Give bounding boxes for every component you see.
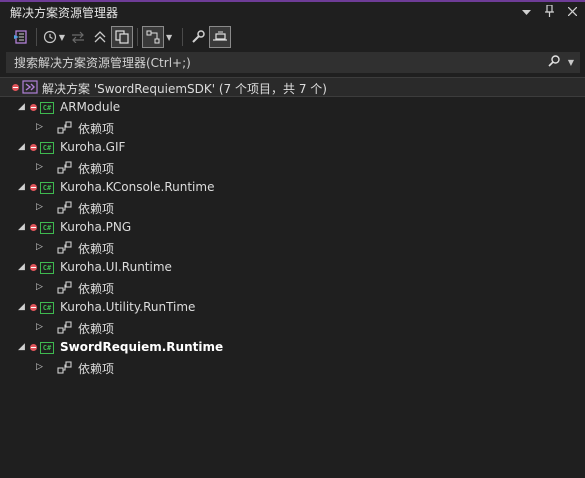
project-label: Kuroha.KConsole.Runtime <box>60 180 215 194</box>
csharp-project-icon: C# <box>40 342 54 354</box>
project-node[interactable]: ◢ C# Kuroha.UI.Runtime <box>0 258 585 278</box>
error-indicator-icon <box>30 104 37 111</box>
expanded-arrow-icon[interactable]: ◢ <box>18 142 25 152</box>
solution-node[interactable]: 解决方案 'SwordRequiemSDK' (7 个项目，共 7 个) <box>0 77 585 97</box>
dependencies-icon <box>57 361 73 378</box>
dependencies-node[interactable]: ▷ 依赖项 <box>0 318 585 338</box>
dependencies-label: 依赖项 <box>78 282 115 296</box>
project-label: Kuroha.GIF <box>60 140 126 154</box>
csharp-project-icon: C# <box>40 262 54 274</box>
error-indicator-icon <box>30 224 37 231</box>
dependencies-label: 依赖项 <box>78 202 115 216</box>
search-controls: ▼ <box>548 55 574 70</box>
toolbar-separator <box>182 28 184 46</box>
expanded-arrow-icon[interactable]: ◢ <box>18 182 25 192</box>
solution-switch-icon[interactable] <box>10 26 32 48</box>
project-node[interactable]: ◢ C# SwordRequiem.Runtime <box>0 338 585 358</box>
solution-icon <box>22 80 38 97</box>
chevron-down-icon[interactable]: ▼ <box>166 33 172 42</box>
sync-icon[interactable] <box>67 26 89 48</box>
project-node[interactable]: ◢ C# Kuroha.KConsole.Runtime <box>0 178 585 198</box>
dependencies-label: 依赖项 <box>78 242 115 256</box>
error-indicator-icon <box>30 144 37 151</box>
expanded-arrow-icon[interactable]: ◢ <box>18 262 25 272</box>
collapsed-arrow-icon[interactable]: ▷ <box>36 242 43 252</box>
dependencies-icon <box>57 161 73 178</box>
expanded-arrow-icon[interactable]: ◢ <box>18 102 25 112</box>
expanded-arrow-icon[interactable]: ◢ <box>18 222 25 232</box>
chevron-down-icon[interactable]: ▼ <box>568 58 574 67</box>
search-box[interactable]: 搜索解决方案资源管理器(Ctrl+;) ▼ <box>6 52 580 73</box>
dependencies-node[interactable]: ▷ 依赖项 <box>0 278 585 298</box>
project-label: SwordRequiem.Runtime <box>60 340 224 354</box>
error-indicator-icon <box>30 304 37 311</box>
project-label: Kuroha.UI.Runtime <box>60 260 172 274</box>
dependencies-icon <box>57 281 73 298</box>
error-indicator-icon <box>30 344 37 351</box>
solution-label: 解决方案 'SwordRequiemSDK' (7 个项目，共 7 个) <box>42 82 327 96</box>
csharp-project-icon: C# <box>40 302 54 314</box>
search-input[interactable]: 搜索解决方案资源管理器(Ctrl+;) <box>14 54 191 71</box>
dependencies-label: 依赖项 <box>78 322 115 336</box>
dependencies-node[interactable]: ▷ 依赖项 <box>0 358 585 378</box>
dependencies-icon <box>57 201 73 218</box>
panel-bottom <box>0 472 585 478</box>
expanded-arrow-icon[interactable]: ◢ <box>18 342 25 352</box>
error-indicator-icon <box>12 84 19 91</box>
project-label: Kuroha.Utility.RunTime <box>60 300 196 314</box>
window-controls <box>522 3 578 20</box>
csharp-project-icon: C# <box>40 182 54 194</box>
csharp-project-icon: C# <box>40 142 54 154</box>
toolbar-separator <box>137 28 138 46</box>
dependencies-label: 依赖项 <box>78 362 115 376</box>
expanded-arrow-icon[interactable]: ◢ <box>18 302 25 312</box>
dependencies-icon <box>57 121 73 138</box>
project-node[interactable]: ◢ C# Kuroha.PNG <box>0 218 585 238</box>
collapsed-arrow-icon[interactable]: ▷ <box>36 202 43 212</box>
chevron-down-icon: ▼ <box>58 32 66 42</box>
window-title: 解决方案资源管理器 <box>10 5 119 20</box>
solution-explorer-toolbar: ▼ ▼ <box>0 23 585 51</box>
csharp-project-icon: C# <box>40 222 54 234</box>
history-icon[interactable]: ▼ <box>41 26 67 48</box>
collapse-all-icon[interactable] <box>89 26 111 48</box>
project-node[interactable]: ◢ C# Kuroha.GIF <box>0 138 585 158</box>
dependencies-label: 依赖项 <box>78 122 115 136</box>
project-node[interactable]: ◢ C# Kuroha.Utility.RunTime <box>0 298 585 318</box>
toolbar-separator <box>36 28 37 46</box>
filter-icon[interactable] <box>142 26 164 48</box>
dependencies-icon <box>57 241 73 258</box>
csharp-project-icon: C# <box>40 102 54 114</box>
project-node[interactable]: ◢ C# ARModule <box>0 98 585 118</box>
pin-icon[interactable] <box>545 3 554 20</box>
project-label: Kuroha.PNG <box>60 220 132 234</box>
collapsed-arrow-icon[interactable]: ▷ <box>36 322 43 332</box>
error-indicator-icon <box>30 264 37 271</box>
dependencies-label: 依赖项 <box>78 162 115 176</box>
chevron-down-icon[interactable] <box>522 6 531 19</box>
collapsed-arrow-icon[interactable]: ▷ <box>36 362 43 372</box>
preview-icon[interactable] <box>209 26 232 48</box>
dependencies-icon <box>57 321 73 338</box>
dependencies-node[interactable]: ▷ 依赖项 <box>0 198 585 218</box>
show-all-files-icon[interactable] <box>111 26 133 48</box>
error-indicator-icon <box>30 184 37 191</box>
collapsed-arrow-icon[interactable]: ▷ <box>36 282 43 292</box>
dependencies-node[interactable]: ▷ 依赖项 <box>0 238 585 258</box>
close-icon[interactable] <box>567 6 578 19</box>
dependencies-node[interactable]: ▷ 依赖项 <box>0 118 585 138</box>
project-label: ARModule <box>60 100 121 114</box>
collapsed-arrow-icon[interactable]: ▷ <box>36 122 43 132</box>
search-icon[interactable] <box>548 55 560 70</box>
tool-window-titlebar: 解决方案资源管理器 <box>0 2 585 22</box>
collapsed-arrow-icon[interactable]: ▷ <box>36 162 43 172</box>
properties-icon[interactable] <box>187 26 209 48</box>
dependencies-node[interactable]: ▷ 依赖项 <box>0 158 585 178</box>
